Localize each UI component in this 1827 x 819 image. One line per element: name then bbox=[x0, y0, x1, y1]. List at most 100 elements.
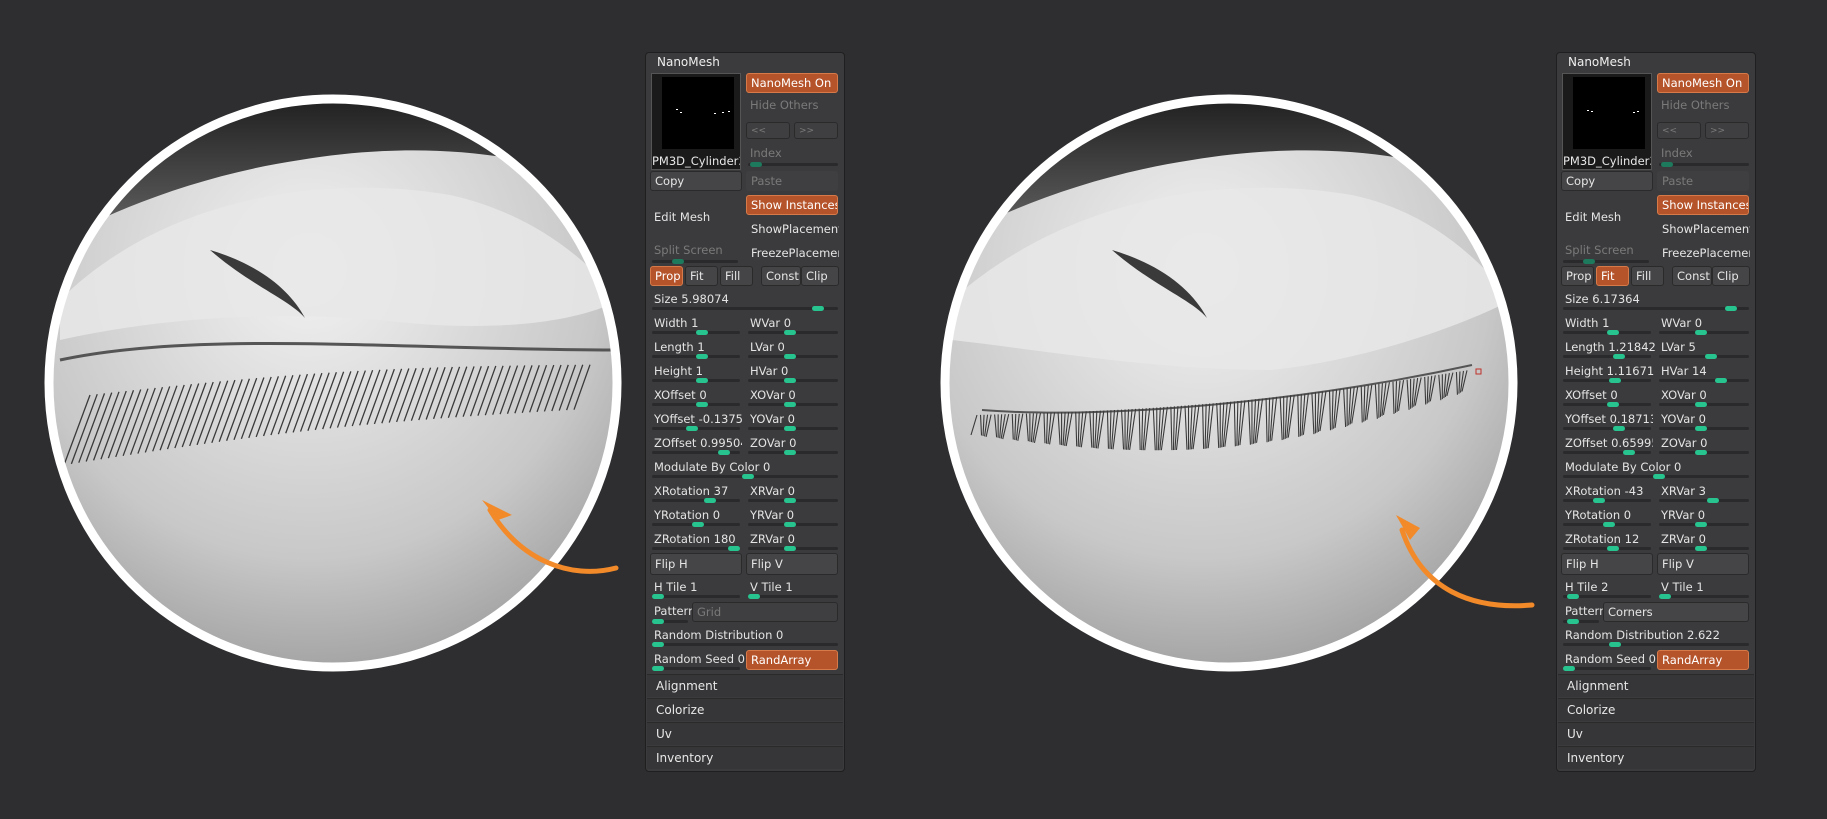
mesh-thumbnail[interactable]: PM3D_Cylinder3 bbox=[651, 73, 741, 170]
lvar-slider[interactable] bbox=[748, 354, 838, 359]
index-slider[interactable] bbox=[1659, 162, 1749, 167]
hvar-slider[interactable] bbox=[748, 378, 838, 383]
section-colorize[interactable]: Colorize bbox=[647, 698, 843, 721]
randarray-button[interactable]: RandArray bbox=[1657, 650, 1749, 670]
copy-button[interactable]: Copy bbox=[650, 171, 742, 191]
show-placement-button[interactable]: ShowPlacement bbox=[1657, 219, 1751, 239]
wvar-slider[interactable] bbox=[1659, 330, 1749, 335]
zovar-slider[interactable] bbox=[1659, 450, 1749, 455]
next-button[interactable]: >> bbox=[1705, 122, 1749, 139]
flip-v-button[interactable]: Flip V bbox=[746, 553, 838, 575]
next-button[interactable]: >> bbox=[794, 122, 838, 139]
section-inventory[interactable]: Inventory bbox=[1558, 746, 1754, 769]
section-alignment[interactable]: Alignment bbox=[647, 674, 843, 697]
v-tile-slider[interactable] bbox=[748, 594, 838, 599]
yrotation-slider[interactable] bbox=[652, 522, 740, 527]
split-screen-button[interactable]: Split Screen bbox=[1565, 242, 1634, 258]
fill-button[interactable]: Fill bbox=[1631, 266, 1664, 286]
yovar-slider[interactable] bbox=[748, 426, 838, 431]
zrvar-slider[interactable] bbox=[748, 546, 838, 551]
nanomesh-on-button[interactable]: NanoMesh On bbox=[746, 73, 838, 93]
const-button[interactable]: Const bbox=[761, 266, 801, 286]
split-screen-button[interactable]: Split Screen bbox=[654, 242, 723, 258]
yoffset-slider[interactable] bbox=[1563, 426, 1651, 431]
section-alignment[interactable]: Alignment bbox=[1558, 674, 1754, 697]
zrotation-slider[interactable] bbox=[652, 546, 740, 551]
wvar-slider[interactable] bbox=[748, 330, 838, 335]
zoffset-slider[interactable] bbox=[652, 450, 740, 455]
pattern-select[interactable]: Grid bbox=[692, 602, 838, 622]
section-colorize[interactable]: Colorize bbox=[1558, 698, 1754, 721]
modulate-by-color-slider[interactable] bbox=[1563, 474, 1749, 479]
zovar-slider[interactable] bbox=[748, 450, 838, 455]
xovar-slider[interactable] bbox=[748, 402, 838, 407]
zoffset-slider[interactable] bbox=[1563, 450, 1651, 455]
hide-others-button[interactable]: Hide Others bbox=[1661, 97, 1730, 113]
xoffset-slider[interactable] bbox=[1563, 402, 1651, 407]
section-inventory[interactable]: Inventory bbox=[647, 746, 843, 769]
xrotation-slider[interactable] bbox=[1563, 498, 1651, 503]
prop-button[interactable]: Prop bbox=[1561, 266, 1594, 286]
v-tile-slider[interactable] bbox=[1659, 594, 1749, 599]
show-instances-button[interactable]: Show Instances bbox=[1657, 195, 1749, 215]
edit-mesh-button[interactable]: Edit Mesh bbox=[654, 209, 710, 225]
section-uv[interactable]: Uv bbox=[647, 722, 843, 745]
nanomesh-on-button[interactable]: NanoMesh On bbox=[1657, 73, 1749, 93]
show-placement-button[interactable]: ShowPlacement bbox=[746, 219, 840, 239]
pattern-slider[interactable] bbox=[652, 619, 688, 624]
h-tile-slider[interactable] bbox=[1563, 594, 1651, 599]
clip-button[interactable]: Clip bbox=[1712, 266, 1750, 286]
fill-button[interactable]: Fill bbox=[720, 266, 753, 286]
height-slider[interactable] bbox=[1563, 378, 1651, 383]
yrvar-slider[interactable] bbox=[1659, 522, 1749, 527]
lvar-slider[interactable] bbox=[1659, 354, 1749, 359]
section-uv[interactable]: Uv bbox=[1558, 722, 1754, 745]
yrvar-slider[interactable] bbox=[748, 522, 838, 527]
index-slider[interactable] bbox=[748, 162, 838, 167]
xrvar-slider[interactable] bbox=[748, 498, 838, 503]
random-distribution-slider[interactable] bbox=[1563, 642, 1749, 647]
flip-h-button[interactable]: Flip H bbox=[1561, 553, 1653, 575]
xrvar-slider[interactable] bbox=[1659, 498, 1749, 503]
mesh-thumbnail[interactable]: PM3D_Cylinder3 bbox=[1562, 73, 1652, 170]
prev-button[interactable]: << bbox=[746, 122, 790, 139]
const-button[interactable]: Const bbox=[1672, 266, 1712, 286]
copy-button[interactable]: Copy bbox=[1561, 171, 1653, 191]
prop-button[interactable]: Prop bbox=[650, 266, 683, 286]
paste-button[interactable]: Paste bbox=[746, 171, 838, 191]
flip-h-button[interactable]: Flip H bbox=[650, 553, 742, 575]
xoffset-slider[interactable] bbox=[652, 402, 740, 407]
pattern-select[interactable]: Corners bbox=[1603, 602, 1749, 622]
random-seed-slider[interactable] bbox=[1563, 666, 1651, 671]
size-slider[interactable] bbox=[652, 306, 838, 311]
width-slider[interactable] bbox=[1563, 330, 1651, 335]
hide-others-button[interactable]: Hide Others bbox=[750, 97, 819, 113]
zrotation-slider[interactable] bbox=[1563, 546, 1651, 551]
pattern-slider[interactable] bbox=[1563, 619, 1599, 624]
zrvar-slider[interactable] bbox=[1659, 546, 1749, 551]
paste-button[interactable]: Paste bbox=[1657, 171, 1749, 191]
length-slider[interactable] bbox=[652, 354, 740, 359]
h-tile-slider[interactable] bbox=[652, 594, 740, 599]
xovar-slider[interactable] bbox=[1659, 402, 1749, 407]
fit-button[interactable]: Fit bbox=[685, 266, 718, 286]
size-slider[interactable] bbox=[1563, 306, 1749, 311]
fit-button[interactable]: Fit bbox=[1596, 266, 1629, 286]
clip-button[interactable]: Clip bbox=[801, 266, 839, 286]
yrotation-slider[interactable] bbox=[1563, 522, 1651, 527]
xrotation-slider[interactable] bbox=[652, 498, 740, 503]
random-distribution-slider[interactable] bbox=[652, 642, 838, 647]
prev-button[interactable]: << bbox=[1657, 122, 1701, 139]
width-slider[interactable] bbox=[652, 330, 740, 335]
random-seed-slider[interactable] bbox=[652, 666, 740, 671]
yoffset-slider[interactable] bbox=[652, 426, 740, 431]
freeze-placement-button[interactable]: FreezePlacemer bbox=[746, 243, 840, 263]
freeze-placement-button[interactable]: FreezePlacemer bbox=[1657, 243, 1751, 263]
randarray-button[interactable]: RandArray bbox=[746, 650, 838, 670]
modulate-by-color-slider[interactable] bbox=[652, 474, 838, 479]
yovar-slider[interactable] bbox=[1659, 426, 1749, 431]
length-slider[interactable] bbox=[1563, 354, 1651, 359]
height-slider[interactable] bbox=[652, 378, 740, 383]
hvar-slider[interactable] bbox=[1659, 378, 1749, 383]
flip-v-button[interactable]: Flip V bbox=[1657, 553, 1749, 575]
